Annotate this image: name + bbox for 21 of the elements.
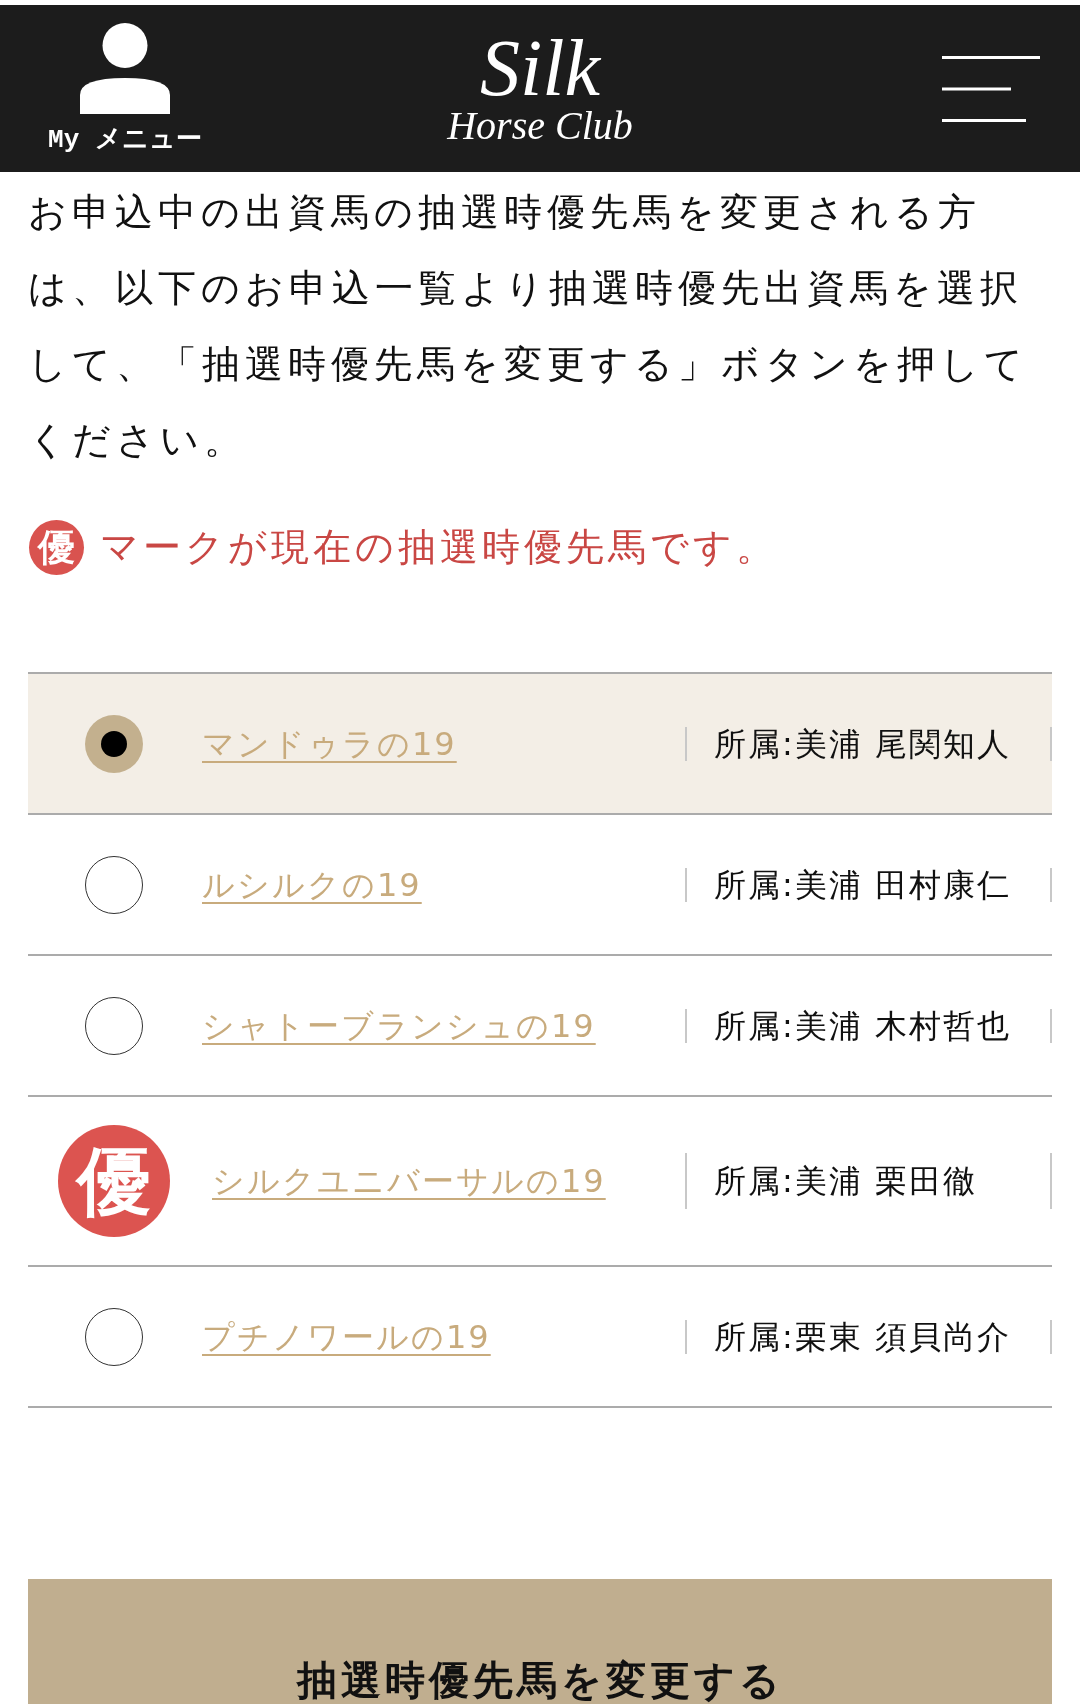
priority-mark: 優 <box>29 519 84 575</box>
logo-wordmark: Silk <box>480 30 600 105</box>
affiliation-cell: 所属:栗東 須貝尚介 <box>685 1319 1052 1354</box>
menu-icon <box>942 55 1040 122</box>
person-icon <box>80 23 170 114</box>
horse-name-link[interactable]: シルクユニバーサルの19 <box>212 1162 606 1200</box>
horse-name-link[interactable]: シャトーブランシュの19 <box>202 1006 596 1045</box>
affiliation-cell: 所属:美浦 木村哲也 <box>685 1008 1052 1043</box>
affiliation-cell: 所属:美浦 尾関知人 <box>685 726 1052 761</box>
horse-name-link[interactable]: マンドゥラの19 <box>202 724 457 763</box>
priority-mark: 優 <box>58 1125 170 1237</box>
logo-subtitle: Horse Club <box>447 104 633 147</box>
menu-button[interactable] <box>942 55 1040 122</box>
legend-text: マークが現在の抽選時優先馬です。 <box>100 524 778 571</box>
affiliation-cell: 所属:美浦 田村康仁 <box>685 867 1052 902</box>
instruction-text: お申込中の出資馬の抽選時優先馬を変更される方は、以下のお申込一覧より抽選時優先出資馬を選択して、「抽選時優先馬を変更する」ボタンを押してください。 <box>27 189 1029 464</box>
horse-name-link[interactable]: ルシルクの19 <box>202 865 422 904</box>
affiliation-cell: 所属:美浦 栗田徹 <box>685 1153 1052 1209</box>
horse-name-link[interactable]: プチノワールの19 <box>202 1317 491 1356</box>
my-menu-button[interactable]: My メニュー <box>45 23 205 155</box>
change-priority-button[interactable]: 抽選時優先馬を変更する <box>28 1579 1052 1704</box>
